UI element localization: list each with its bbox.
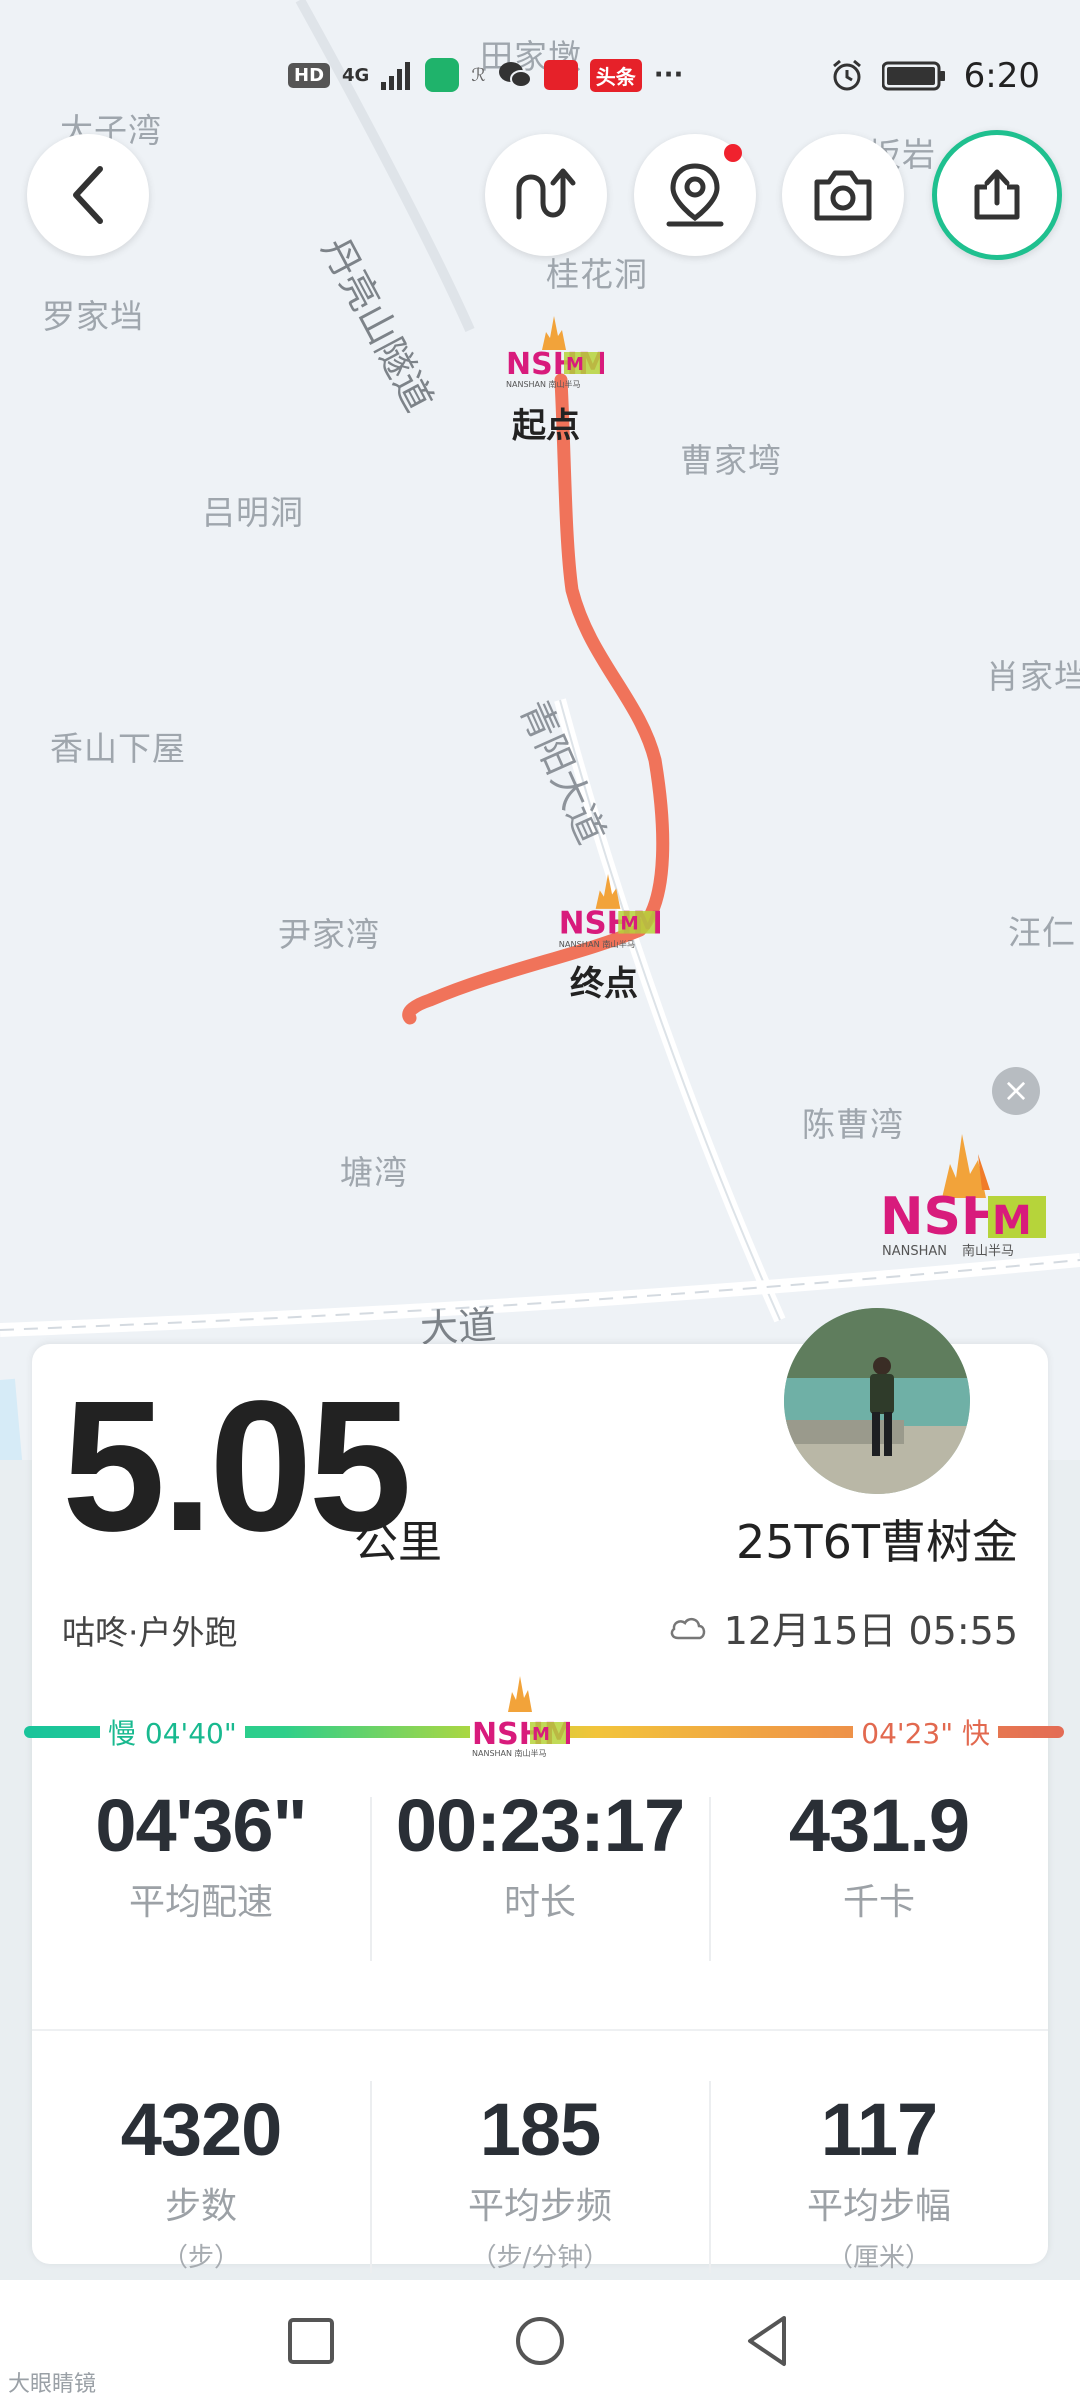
stat-unit: （步） (161, 2243, 240, 2273)
stats-row: 4320 步数 （步） 185 平均步频 （步/分钟） 117 平均步幅 （厘米… (32, 2029, 1048, 2289)
stat-avg-pace: 04'36" 平均配速 (32, 1789, 370, 1925)
stat-value: 431.9 (788, 1784, 970, 1867)
stat-value: 185 (479, 2088, 601, 2171)
distance-unit: 公里 (354, 1517, 442, 1568)
stat-value: 04'36" (95, 1784, 307, 1867)
app-notification-icon: ℛ (471, 64, 486, 86)
stat-steps: 4320 步数 （步） (32, 2093, 370, 2274)
svg-text:M: M (532, 1724, 550, 1745)
end-label: 终点 (570, 964, 638, 1004)
signal-icon (381, 62, 411, 90)
stat-stride: 117 平均步幅 （厘米） (710, 2093, 1048, 2274)
camera-icon (814, 170, 872, 221)
svg-text:M: M (992, 1198, 1032, 1244)
activity-datetime-text: 12月15日 05:55 (723, 1609, 1018, 1653)
stats-row: 04'36" 平均配速 00:23:17 时长 431.9 千卡 (32, 1789, 1048, 2029)
app-notification-icon (543, 60, 578, 90)
status-bar: HD 4G ℛ 头条 ··· 6:20 (0, 50, 1080, 110)
nanshan-ad-logo[interactable]: NSH M NANSHAN 南山半马 (878, 1134, 1048, 1260)
stat-value: 00:23:17 (395, 1784, 685, 1867)
stats-grid: 04'36" 平均配速 00:23:17 时长 431.9 千卡 4320 步数… (32, 1789, 1048, 2289)
run-summary-card: 5.05 公里 25T6T曹树金 咕咚·户外跑 12月15日 05:55 慢 0… (24, 1308, 1064, 2273)
location-pin-icon (666, 163, 724, 227)
home-button[interactable] (505, 2306, 575, 2376)
route-button[interactable] (485, 134, 607, 256)
svg-text:M: M (620, 913, 638, 934)
place-label: 桂花洞 (546, 255, 648, 294)
clock-time: 6:20 (963, 56, 1040, 96)
svg-text:M: M (566, 354, 584, 375)
username: 25T6T曹树金 (736, 1515, 1018, 1569)
share-button[interactable] (932, 130, 1062, 260)
stat-cadence: 185 平均步频 （步/分钟） (371, 2093, 709, 2274)
cloud-icon (670, 1617, 705, 1639)
back-icon (73, 166, 103, 224)
avatar-photo (784, 1308, 970, 1494)
network-label: 4G (342, 64, 370, 86)
place-label: 尹家湾 (278, 915, 380, 954)
route-icon (516, 168, 576, 220)
logo-text: NANSHAN (882, 1244, 947, 1259)
place-label: 吕明洞 (202, 493, 304, 532)
fast-pace-label: 04'23" 快 (853, 1712, 998, 1752)
stat-value: 117 (820, 2088, 938, 2171)
stat-unit: （厘米） (826, 2243, 931, 2273)
activity-datetime: 12月15日 05:55 (668, 1600, 1018, 1655)
svg-text:NANSHAN 南山半马: NANSHAN 南山半马 (472, 1748, 547, 1758)
stat-value: 4320 (120, 2088, 283, 2171)
battery-icon (881, 61, 945, 91)
place-label: 塘湾 (340, 1153, 408, 1192)
toutiao-icon: 头条 (589, 58, 642, 92)
share-icon (974, 169, 1020, 220)
end-marker-icon[interactable]: NSHM M NANSHAN 南山半马 (556, 874, 660, 950)
stat-calories: 431.9 千卡 (710, 1789, 1048, 1925)
stat-duration: 00:23:17 时长 (371, 1789, 709, 1925)
stat-label: 千卡 (842, 1882, 915, 1923)
back-button[interactable] (27, 134, 149, 256)
stat-label: 步数 (164, 2186, 237, 2227)
start-marker-icon[interactable]: NSHM M NANSHAN 南山半马 (504, 316, 604, 390)
close-ad-button[interactable]: × (992, 1067, 1040, 1115)
stat-label: 时长 (503, 1882, 576, 1923)
wechat-icon (498, 62, 532, 88)
place-label: 曹家塆 (680, 441, 782, 480)
place-label: 香山下屋 (50, 729, 186, 768)
logo-subtext: 南山半马 (962, 1243, 1014, 1259)
system-nav-bar (0, 2280, 1080, 2400)
avatar[interactable] (784, 1308, 970, 1494)
alarm-icon (832, 59, 861, 91)
hd-icon: HD (288, 62, 331, 88)
recent-apps-button[interactable] (276, 2306, 346, 2376)
notification-dot (724, 144, 742, 162)
svg-text:NSH: NSH (880, 1187, 1005, 1247)
stat-unit: （步/分钟） (470, 2243, 610, 2273)
activity-source: 咕咚·户外跑 (62, 1613, 238, 1652)
place-label: 汪仁 (1008, 913, 1076, 952)
watermark: 大眼睛镜 (8, 2372, 97, 2397)
app-notification-icon (425, 58, 460, 92)
camera-button[interactable] (782, 134, 904, 256)
place-label: 肖家垱 (986, 657, 1080, 696)
svg-text:NANSHAN 南山半马: NANSHAN 南山半马 (506, 379, 581, 389)
pace-marker-logo: NSHM M NANSHAN 南山半马 (470, 1676, 570, 1758)
start-label: 起点 (512, 406, 580, 446)
stat-label: 平均配速 (128, 1882, 273, 1923)
pace-gradient-bar: 慢 04'40" 04'23" 快 NSHM M NANSHAN 南山半马 (24, 1676, 1064, 1772)
location-button[interactable] (634, 134, 756, 256)
stat-label: 平均步频 (467, 2186, 612, 2227)
slow-pace-label: 慢 04'40" (100, 1712, 245, 1752)
stat-label: 平均步幅 (806, 2186, 951, 2227)
more-notifications-icon: ··· (653, 60, 684, 90)
place-label: 罗家垱 (42, 297, 144, 336)
svg-text:NANSHAN 南山半马: NANSHAN 南山半马 (559, 939, 635, 949)
back-nav-button[interactable] (734, 2306, 804, 2376)
